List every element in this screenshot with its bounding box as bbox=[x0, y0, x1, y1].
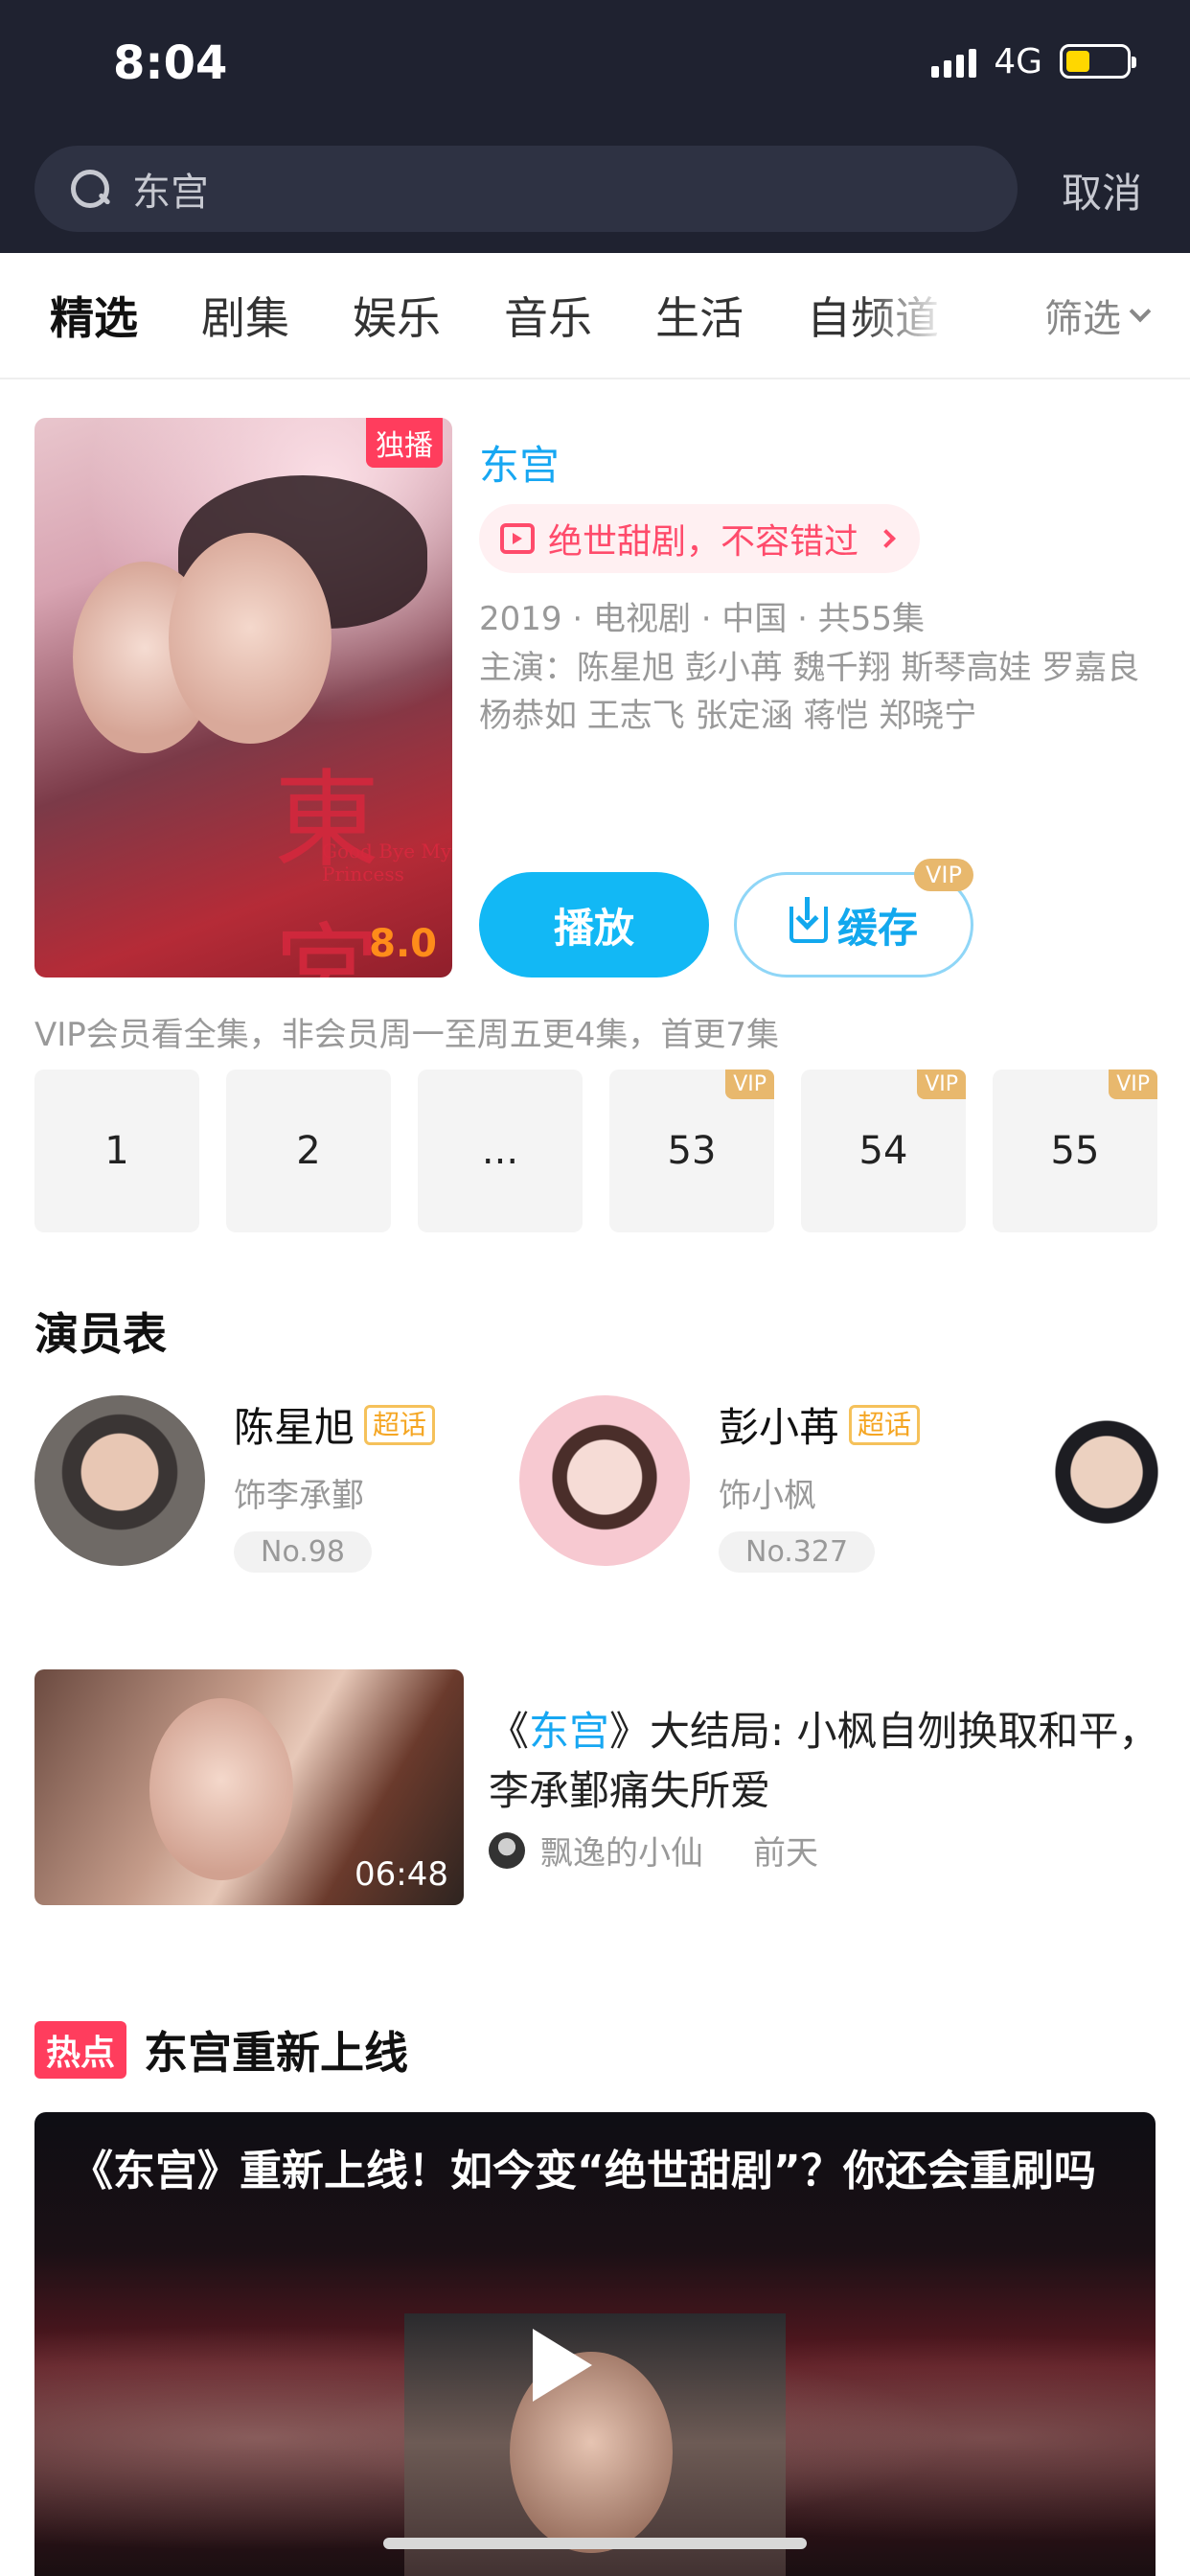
episode-button[interactable]: 54 VIP bbox=[801, 1070, 966, 1232]
play-button[interactable]: 播放 bbox=[479, 872, 709, 978]
episode-number: 55 bbox=[1050, 1129, 1100, 1173]
episode-more-button[interactable]: ... bbox=[418, 1070, 583, 1232]
vip-badge: VIP bbox=[917, 1070, 966, 1099]
episode-number: 2 bbox=[296, 1129, 321, 1173]
vip-badge: VIP bbox=[914, 859, 973, 891]
episode-number: 54 bbox=[858, 1129, 908, 1173]
actor-card[interactable]: 彭小苒 超话 饰小枫 No.327 bbox=[519, 1395, 921, 1573]
hot-section-title: 东宫重新上线 bbox=[144, 2027, 409, 2079]
cast-section-title: 演员表 bbox=[34, 1308, 167, 1360]
tab-life[interactable]: 生活 bbox=[655, 284, 744, 347]
episode-button[interactable]: 1 bbox=[34, 1070, 199, 1232]
actor-card[interactable] bbox=[1021, 1395, 1190, 1566]
tab-music[interactable]: 音乐 bbox=[504, 284, 592, 347]
hot-section-header: 热点 东宫重新上线 bbox=[34, 2018, 408, 2082]
vip-badge: VIP bbox=[1109, 1070, 1157, 1099]
play-icon[interactable] bbox=[533, 2329, 592, 2402]
category-tabs: 精选 剧集 娱乐 音乐 生活 自频道 bbox=[0, 253, 1190, 380]
slogan-text: 绝世甜剧，不容错过 bbox=[548, 522, 859, 562]
cache-label: 缓存 bbox=[836, 904, 918, 952]
show-title[interactable]: 东宫 bbox=[479, 433, 560, 492]
episode-list: 1 2 ... 53 VIP 54 VIP 55 VIP bbox=[34, 1070, 1157, 1232]
show-poster[interactable]: 東宮 Good Bye My Princess 独播 8.0 bbox=[34, 418, 452, 978]
actor-name: 彭小苒 bbox=[719, 1404, 840, 1451]
video-duration: 06:48 bbox=[355, 1855, 448, 1894]
avatar bbox=[34, 1395, 205, 1566]
actor-role: 饰李承鄞 bbox=[234, 1477, 364, 1515]
chevron-down-icon bbox=[1129, 300, 1152, 323]
hot-badge: 热点 bbox=[34, 2021, 127, 2079]
slogan-pill[interactable]: 绝世甜剧，不容错过 bbox=[479, 504, 921, 573]
actor-card[interactable]: 陈星旭 超话 饰李承鄞 No.98 bbox=[34, 1395, 436, 1573]
hot-video-card[interactable]: 《东宫》重新上线！如今变“绝世甜剧”？你还会重刷吗 bbox=[34, 2112, 1156, 2576]
episode-button[interactable]: 53 VIP bbox=[609, 1070, 774, 1232]
super-topic-tag[interactable]: 超话 bbox=[849, 1404, 921, 1445]
search-input[interactable]: 东宫 bbox=[34, 146, 1018, 232]
tab-self-channel[interactable]: 自频道 bbox=[807, 284, 939, 347]
vip-notice: VIP会员看全集，非会员周一至周五更4集，首更7集 bbox=[34, 1016, 780, 1054]
hot-video-title: 《东宫》重新上线！如今变“绝世甜剧”？你还会重刷吗 bbox=[71, 2147, 1096, 2196]
poster-subtitle: Good Bye My Princess bbox=[322, 840, 452, 886]
video-author[interactable]: 飘逸的小仙 bbox=[540, 1827, 703, 1874]
tab-series[interactable]: 剧集 bbox=[201, 284, 289, 347]
exclusive-badge: 独播 bbox=[366, 418, 443, 468]
cast-line: 主演：陈星旭 彭小苒 魏千翔 斯琴高娃 罗嘉良 杨恭如 王志飞 张定涵 蒋恺 郑… bbox=[479, 649, 1140, 735]
episode-button[interactable]: 55 VIP bbox=[993, 1070, 1157, 1232]
vip-badge: VIP bbox=[725, 1070, 774, 1099]
actor-name: 陈星旭 bbox=[234, 1404, 355, 1451]
battery-icon bbox=[1060, 44, 1136, 79]
tab-entertainment[interactable]: 娱乐 bbox=[353, 284, 441, 347]
super-topic-tag[interactable]: 超话 bbox=[364, 1404, 436, 1445]
show-meta: 2019 · 电视剧 · 中国 · 共55集 bbox=[479, 600, 926, 638]
avatar bbox=[1021, 1395, 1190, 1566]
top-bar: 8:04 4G 东宫 取消 bbox=[0, 0, 1190, 253]
video-title[interactable]: 《东宫》大结局: 小枫自刎换取和平，李承鄞痛失所爱 bbox=[489, 1702, 1159, 1821]
network-type: 4G bbox=[994, 41, 1042, 81]
chevron-right-icon bbox=[877, 529, 896, 548]
tv-icon bbox=[500, 523, 535, 554]
home-indicator[interactable] bbox=[383, 2538, 807, 2549]
download-icon bbox=[789, 897, 828, 943]
video-meta: 飘逸的小仙 前天 bbox=[489, 1827, 818, 1874]
actor-role: 饰小枫 bbox=[719, 1477, 816, 1515]
episode-number: 1 bbox=[104, 1129, 129, 1173]
episode-number: 53 bbox=[667, 1129, 717, 1173]
search-query[interactable]: 东宫 bbox=[132, 161, 209, 217]
avatar bbox=[519, 1395, 690, 1566]
rating: 8.0 bbox=[369, 922, 437, 966]
filter-button[interactable]: 筛选 bbox=[1044, 288, 1152, 343]
signal-icon bbox=[931, 45, 977, 78]
search-icon bbox=[69, 168, 111, 210]
actor-rank: No.98 bbox=[234, 1531, 372, 1573]
status-indicators: 4G bbox=[931, 41, 1136, 81]
episode-number: ... bbox=[481, 1129, 519, 1173]
video-thumbnail[interactable]: 06:48 bbox=[34, 1669, 464, 1905]
episode-button[interactable]: 2 bbox=[226, 1070, 391, 1232]
filter-label: 筛选 bbox=[1044, 297, 1121, 341]
tab-featured[interactable]: 精选 bbox=[50, 284, 138, 347]
author-avatar bbox=[489, 1831, 525, 1869]
status-time: 8:04 bbox=[113, 36, 228, 90]
video-time: 前天 bbox=[753, 1834, 818, 1873]
actor-rank: No.327 bbox=[719, 1531, 876, 1573]
cancel-button[interactable]: 取消 bbox=[1062, 161, 1142, 219]
